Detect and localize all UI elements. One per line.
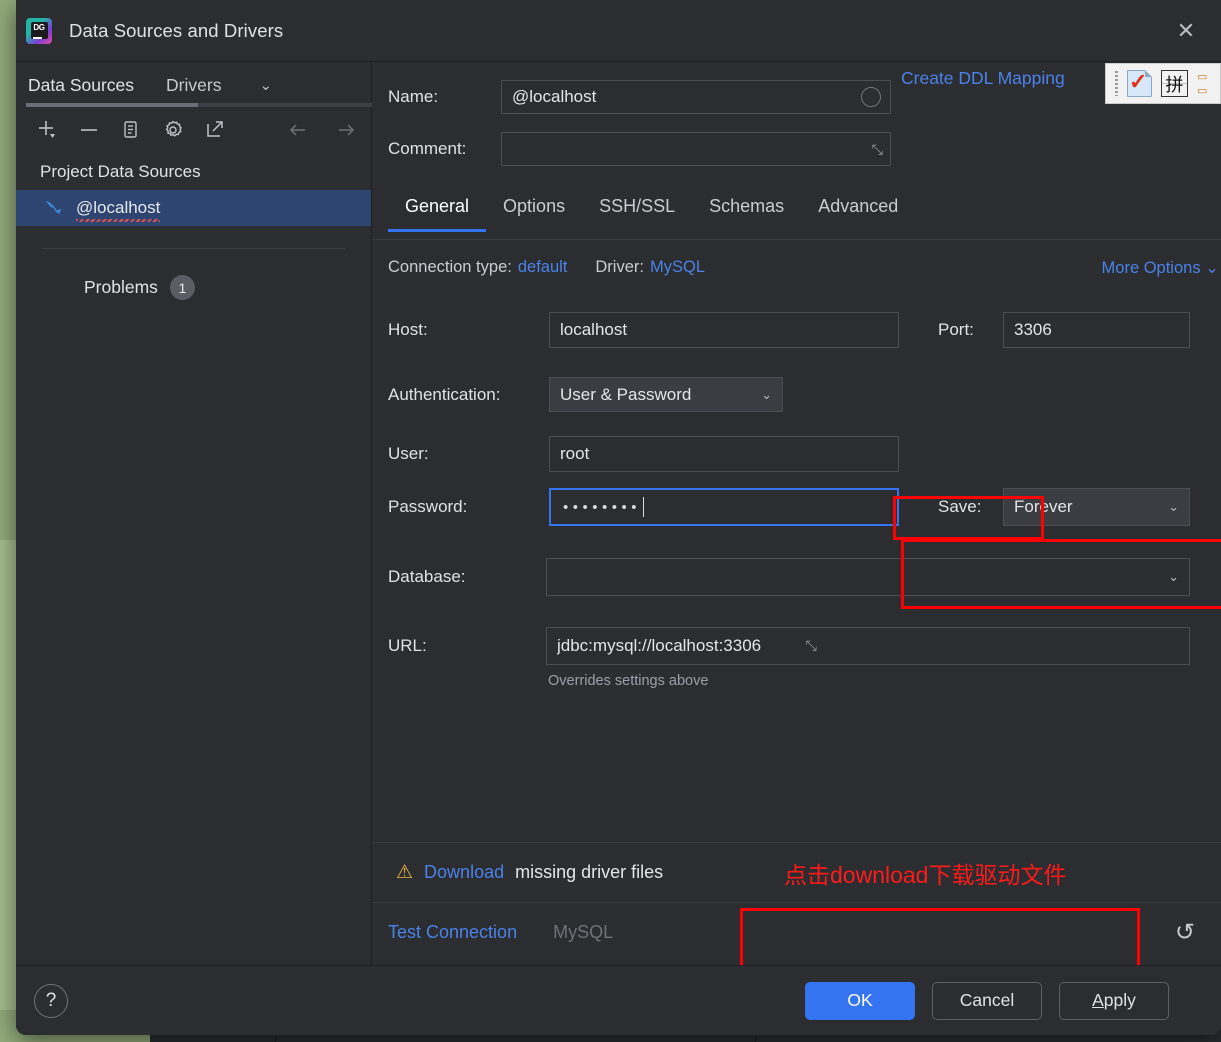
authentication-value: User & Password xyxy=(560,384,692,404)
chevron-down-icon: ⌄ xyxy=(1168,569,1179,584)
url-hint: Overrides settings above xyxy=(548,673,709,689)
driver-value[interactable]: MySQL xyxy=(650,258,705,277)
expand-editor-icon[interactable]: ⤢ xyxy=(872,141,883,158)
chevron-down-icon: ⌄ xyxy=(1205,258,1219,277)
connection-settings-panel: Name: Create DDL Mapping Comment: ⤢ Gene… xyxy=(372,62,1221,976)
share-export-icon[interactable] xyxy=(204,119,226,141)
help-icon[interactable]: ? xyxy=(34,983,68,1018)
section-project-data-sources: Project Data Sources xyxy=(40,162,201,181)
driver-warning-strip: ⚠ Download missing driver files 点击downlo… xyxy=(372,842,1221,902)
problems-row[interactable]: Problems 1 xyxy=(16,249,371,300)
tab-drivers[interactable]: Drivers xyxy=(166,75,221,96)
drag-handle[interactable] xyxy=(1115,71,1118,96)
driver-label: Driver: xyxy=(595,258,644,276)
cancel-button[interactable]: Cancel xyxy=(932,981,1042,1020)
password-masked-value: •••••••• xyxy=(563,498,642,516)
user-label: User: xyxy=(388,444,429,463)
dialog-title: Data Sources and Drivers xyxy=(69,19,284,41)
comment-input[interactable] xyxy=(501,132,891,166)
settings-tabs: General Options SSH/SSL Schemas Advanced xyxy=(372,188,1221,240)
add-icon[interactable] xyxy=(36,119,58,141)
password-input[interactable]: •••••••• xyxy=(549,488,899,526)
forward-arrow-icon[interactable] xyxy=(335,119,357,141)
dialog-footer: ? OK Cancel Apply xyxy=(16,965,1221,1035)
name-label: Name: xyxy=(388,87,439,106)
chevron-down-icon: ⌄ xyxy=(761,386,772,402)
test-driver-name: MySQL xyxy=(553,922,614,942)
comment-label: Comment: xyxy=(388,139,467,158)
apply-rest: pply xyxy=(1103,990,1136,1010)
name-input[interactable] xyxy=(501,80,891,114)
save-select[interactable]: Forever ⌄ xyxy=(1003,488,1190,526)
expand-editor-icon[interactable]: ⤢ xyxy=(806,637,817,654)
host-input[interactable] xyxy=(549,312,899,348)
problems-count-badge: 1 xyxy=(169,275,195,300)
create-ddl-mapping-link[interactable]: Create DDL Mapping xyxy=(901,68,1065,89)
dialog-body: Data Sources Drivers ⌄ Project Data Sour… xyxy=(16,61,1221,976)
data-sources-toolbar xyxy=(16,108,371,152)
tab-general[interactable]: General xyxy=(388,188,487,232)
port-label: Port: xyxy=(938,320,974,339)
url-label: URL: xyxy=(388,636,427,655)
history-nav xyxy=(287,119,357,141)
panel-tab-scrollbar[interactable] xyxy=(26,103,376,107)
ime-document-check-icon[interactable]: ✓ xyxy=(1127,70,1152,97)
ok-button[interactable]: OK xyxy=(805,981,915,1020)
user-input[interactable] xyxy=(549,436,899,472)
copy-icon[interactable] xyxy=(120,119,142,141)
database-select[interactable]: ⌄ xyxy=(546,558,1190,596)
download-driver-rest-text: missing driver files xyxy=(515,862,664,882)
save-label: Save: xyxy=(938,497,982,516)
more-options-link[interactable]: More Options ⌄ xyxy=(1102,258,1219,278)
back-arrow-icon[interactable] xyxy=(287,119,309,141)
password-label: Password: xyxy=(388,497,468,516)
footer-buttons: OK Cancel Apply xyxy=(805,981,1169,1020)
pinyin-icon[interactable]: 拼 xyxy=(1161,70,1188,97)
authentication-label: Authentication: xyxy=(388,385,501,404)
panel-tabs: Data Sources Drivers ⌄ xyxy=(16,62,371,108)
settings-gear-icon[interactable] xyxy=(162,119,184,141)
color-swatch-icon[interactable] xyxy=(861,87,881,107)
sidebar-item-label: @localhost xyxy=(76,198,161,222)
warning-triangle-icon: ⚠ xyxy=(396,862,414,883)
tab-advanced[interactable]: Advanced xyxy=(801,188,915,231)
save-value: Forever xyxy=(1014,497,1073,516)
data-sources-and-drivers-dialog: DG Data Sources and Drivers ✕ Data Sourc… xyxy=(16,0,1221,1035)
connection-type-label: Connection type: xyxy=(388,258,512,276)
authentication-select[interactable]: User & Password ⌄ xyxy=(549,377,783,412)
mysql-dolphin-icon xyxy=(44,198,64,218)
datagrip-icon: DG xyxy=(26,17,52,44)
ime-floating-toolbar[interactable]: ✓ 拼 ▭ ▭ xyxy=(1105,63,1221,104)
tab-schemas[interactable]: Schemas xyxy=(692,188,801,231)
more-options-label: More Options xyxy=(1101,258,1201,277)
data-sources-panel: Data Sources Drivers ⌄ Project Data Sour… xyxy=(16,62,376,965)
tab-data-sources[interactable]: Data Sources xyxy=(28,75,134,96)
apply-mnemonic: A xyxy=(1092,990,1104,1010)
chevron-down-icon[interactable]: ⌄ xyxy=(259,76,272,94)
close-icon[interactable]: ✕ xyxy=(1171,16,1201,46)
url-input[interactable] xyxy=(546,627,1190,665)
chinese-annotation-text: 点击download下载驱动文件 xyxy=(784,862,1067,888)
test-connection-strip: Test Connection MySQL ↺ xyxy=(372,902,1221,962)
dialog-titlebar: DG Data Sources and Drivers ✕ xyxy=(16,0,1221,61)
chevron-down-icon: ⌄ xyxy=(1168,499,1179,514)
connection-meta-row: Connection type: default Driver: MySQL M… xyxy=(388,258,1221,277)
revert-icon[interactable]: ↺ xyxy=(1175,918,1195,947)
sidebar-item-localhost[interactable]: @localhost xyxy=(16,190,371,226)
tab-ssh-ssl[interactable]: SSH/SSL xyxy=(582,188,692,231)
database-label: Database: xyxy=(388,567,466,586)
connection-type-value[interactable]: default xyxy=(518,258,568,277)
remove-icon[interactable] xyxy=(78,119,100,141)
apply-button[interactable]: Apply xyxy=(1059,981,1169,1020)
soft-keyboard-icon[interactable]: ▭ ▭ xyxy=(1197,71,1207,96)
download-driver-link[interactable]: Download xyxy=(424,862,504,883)
host-label: Host: xyxy=(388,320,428,339)
test-connection-link[interactable]: Test Connection xyxy=(388,922,517,943)
port-input[interactable] xyxy=(1003,312,1190,348)
tab-options[interactable]: Options xyxy=(486,188,582,231)
problems-label: Problems xyxy=(84,277,158,297)
text-caret xyxy=(643,497,645,517)
